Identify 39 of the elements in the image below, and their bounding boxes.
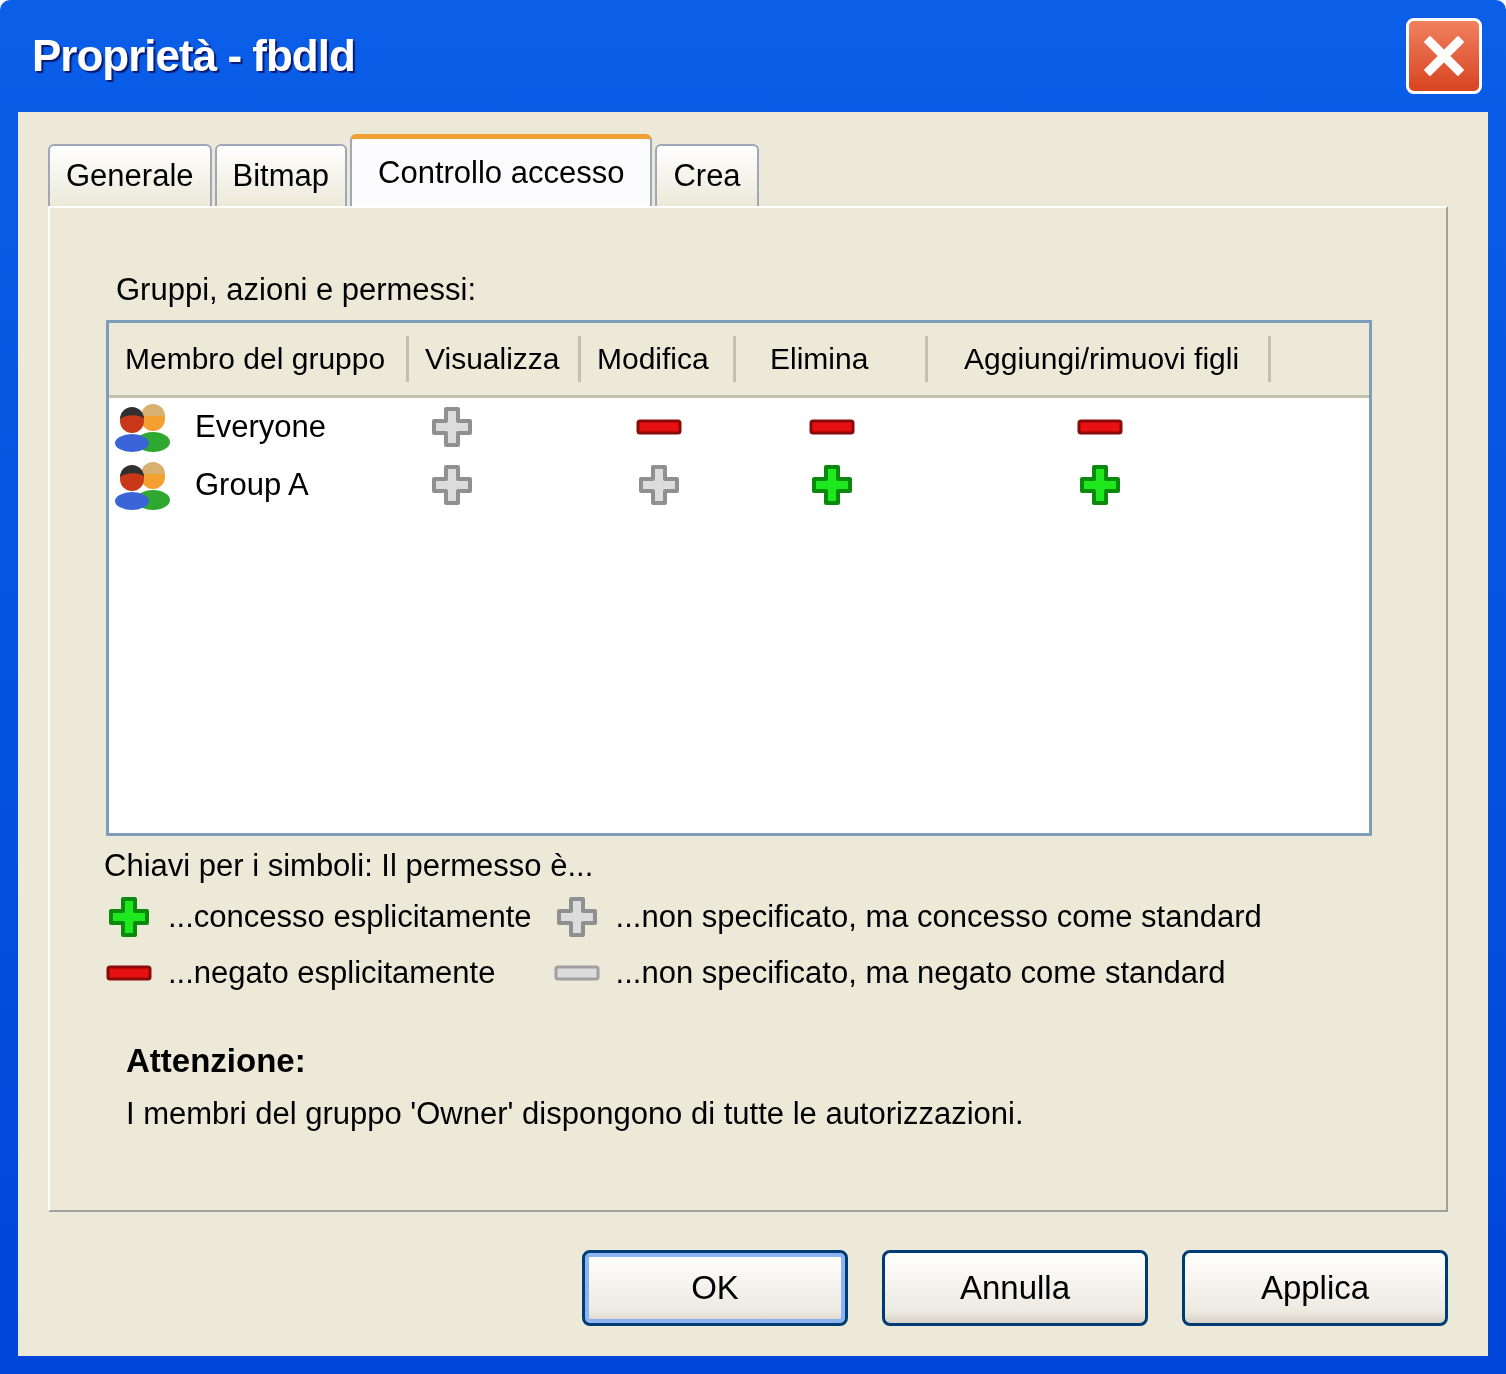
- tab[interactable]: Bitmap: [214, 144, 347, 206]
- minus-icon: [553, 965, 600, 981]
- tab[interactable]: Controllo accesso: [350, 134, 653, 206]
- column-header[interactable]: Modifica: [581, 336, 736, 382]
- dialog-button[interactable]: Annulla: [882, 1250, 1148, 1326]
- column-header[interactable]: Elimina: [736, 336, 928, 382]
- note-title: Attenzione:: [126, 1042, 307, 1080]
- plus-icon: [1078, 464, 1121, 506]
- table-caption: Gruppi, azioni e permessi:: [116, 272, 478, 308]
- member-name: Everyone: [195, 409, 326, 445]
- close-button[interactable]: [1406, 18, 1482, 94]
- minus-icon: [635, 419, 682, 435]
- plus-icon: [431, 464, 473, 506]
- note-text: I membri del gruppo 'Owner' dispongono di tutte le autorizzazioni.: [126, 1096, 1025, 1132]
- column-header[interactable]: Membro del gruppo: [109, 336, 409, 382]
- legend-title: Chiavi per i simboli: Il permesso è...: [104, 848, 595, 884]
- tab[interactable]: Crea: [655, 144, 759, 206]
- column-header[interactable]: Aggiungi/rimuovi figli: [928, 336, 1271, 382]
- users-icon: [113, 402, 173, 452]
- dialog-button[interactable]: Applica: [1182, 1250, 1448, 1326]
- window-title: Proprietà - fbdld: [32, 31, 355, 81]
- minus-icon: [809, 419, 855, 435]
- legend-text: ...concesso esplicitamente: [168, 899, 532, 935]
- legend-text: ...non specificato, ma negato come standard: [615, 955, 1226, 991]
- plus-icon: [637, 464, 680, 506]
- legend-text: ...negato esplicitamente: [168, 955, 496, 991]
- users-icon: [113, 460, 173, 510]
- legend-text: ...non specificato, ma concesso come standard: [615, 899, 1262, 935]
- minus-icon: [1076, 419, 1123, 435]
- dialog-button[interactable]: OK: [582, 1250, 848, 1326]
- tab[interactable]: Generale: [48, 144, 212, 206]
- member-name: Group A: [195, 467, 309, 503]
- close-icon: [1424, 36, 1464, 76]
- plus-icon: [108, 896, 150, 938]
- plus-icon: [811, 464, 853, 506]
- minus-icon: [106, 965, 152, 981]
- plus-icon: [555, 896, 598, 938]
- plus-icon: [431, 406, 473, 448]
- column-header[interactable]: Visualizza: [409, 336, 581, 382]
